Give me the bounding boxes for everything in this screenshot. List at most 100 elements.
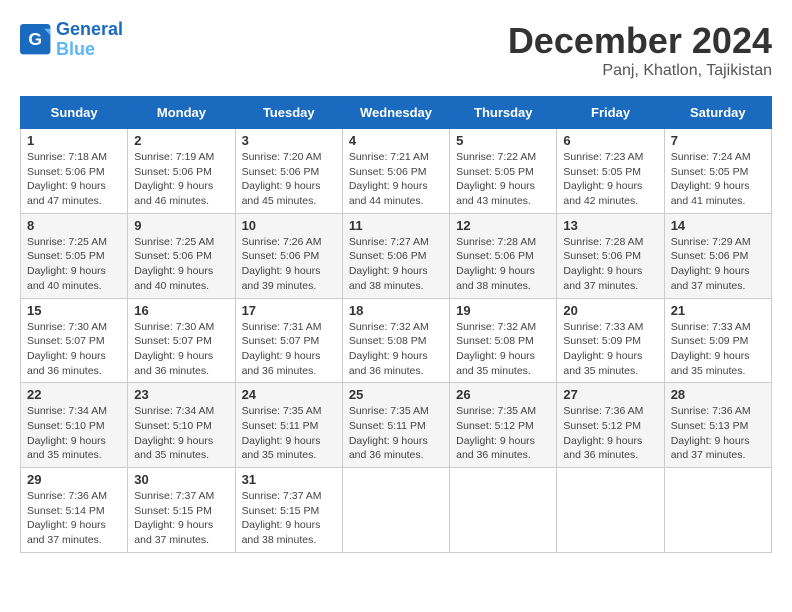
calendar-week-row: 29 Sunrise: 7:36 AM Sunset: 5:14 PM Dayli…: [21, 468, 772, 553]
day-of-week-header: Tuesday: [235, 97, 342, 129]
calendar-week-row: 1Sunrise: 7:18 AM Sunset: 5:06 PM Daylig…: [21, 129, 772, 214]
calendar-day-cell: 16 Sunrise: 7:30 AM Sunset: 5:07 PM Dayli…: [128, 298, 235, 383]
day-info: Sunrise: 7:21 AM Sunset: 5:06 PM Dayligh…: [349, 150, 443, 209]
calendar-day-cell: 29 Sunrise: 7:36 AM Sunset: 5:14 PM Dayli…: [21, 468, 128, 553]
day-of-week-header: Sunday: [21, 97, 128, 129]
day-of-week-header: Saturday: [664, 97, 771, 129]
calendar-day-cell: 30 Sunrise: 7:37 AM Sunset: 5:15 PM Dayli…: [128, 468, 235, 553]
day-info: Sunrise: 7:20 AM Sunset: 5:06 PM Dayligh…: [242, 150, 336, 209]
day-number: 13: [563, 218, 657, 233]
day-number: 27: [563, 387, 657, 402]
day-number: 11: [349, 218, 443, 233]
calendar-day-cell: 22 Sunrise: 7:34 AM Sunset: 5:10 PM Dayli…: [21, 383, 128, 468]
logo-text: General Blue: [56, 20, 123, 60]
day-number: 28: [671, 387, 765, 402]
day-number: 6: [563, 133, 657, 148]
day-number: 31: [242, 472, 336, 487]
calendar-day-cell: [450, 468, 557, 553]
day-info: Sunrise: 7:23 AM Sunset: 5:05 PM Dayligh…: [563, 150, 657, 209]
day-info: Sunrise: 7:32 AM Sunset: 5:08 PM Dayligh…: [456, 320, 550, 379]
calendar-day-cell: 1Sunrise: 7:18 AM Sunset: 5:06 PM Daylig…: [21, 129, 128, 214]
calendar-day-cell: 2 Sunrise: 7:19 AM Sunset: 5:06 PM Daylig…: [128, 129, 235, 214]
calendar-week-row: 8Sunrise: 7:25 AM Sunset: 5:05 PM Daylig…: [21, 213, 772, 298]
day-number: 21: [671, 303, 765, 318]
day-number: 9: [134, 218, 228, 233]
day-info: Sunrise: 7:27 AM Sunset: 5:06 PM Dayligh…: [349, 235, 443, 294]
day-number: 7: [671, 133, 765, 148]
calendar-day-cell: 18Sunrise: 7:32 AM Sunset: 5:08 PM Dayli…: [342, 298, 449, 383]
day-number: 22: [27, 387, 121, 402]
day-info: Sunrise: 7:35 AM Sunset: 5:11 PM Dayligh…: [242, 404, 336, 463]
calendar-day-cell: [342, 468, 449, 553]
day-number: 12: [456, 218, 550, 233]
calendar-body: 1Sunrise: 7:18 AM Sunset: 5:06 PM Daylig…: [21, 129, 772, 553]
month-title: December 2024: [508, 20, 772, 62]
calendar-day-cell: 28 Sunrise: 7:36 AM Sunset: 5:13 PM Dayli…: [664, 383, 771, 468]
calendar-day-cell: 8Sunrise: 7:25 AM Sunset: 5:05 PM Daylig…: [21, 213, 128, 298]
location-subtitle: Panj, Khatlon, Tajikistan: [508, 62, 772, 80]
calendar-day-cell: 21 Sunrise: 7:33 AM Sunset: 5:09 PM Dayli…: [664, 298, 771, 383]
day-number: 19: [456, 303, 550, 318]
day-number: 23: [134, 387, 228, 402]
day-info: Sunrise: 7:28 AM Sunset: 5:06 PM Dayligh…: [563, 235, 657, 294]
day-number: 16: [134, 303, 228, 318]
day-info: Sunrise: 7:36 AM Sunset: 5:14 PM Dayligh…: [27, 489, 121, 548]
calendar-day-cell: 17 Sunrise: 7:31 AM Sunset: 5:07 PM Dayli…: [235, 298, 342, 383]
day-of-week-header: Friday: [557, 97, 664, 129]
day-number: 30: [134, 472, 228, 487]
calendar-week-row: 15 Sunrise: 7:30 AM Sunset: 5:07 PM Dayli…: [21, 298, 772, 383]
day-of-week-header: Thursday: [450, 97, 557, 129]
calendar-table: SundayMondayTuesdayWednesdayThursdayFrid…: [20, 96, 772, 553]
calendar-day-cell: 6 Sunrise: 7:23 AM Sunset: 5:05 PM Daylig…: [557, 129, 664, 214]
day-info: Sunrise: 7:31 AM Sunset: 5:07 PM Dayligh…: [242, 320, 336, 379]
day-info: Sunrise: 7:30 AM Sunset: 5:07 PM Dayligh…: [27, 320, 121, 379]
day-info: Sunrise: 7:36 AM Sunset: 5:13 PM Dayligh…: [671, 404, 765, 463]
day-number: 20: [563, 303, 657, 318]
svg-text:G: G: [28, 29, 42, 49]
calendar-day-cell: 24Sunrise: 7:35 AM Sunset: 5:11 PM Dayli…: [235, 383, 342, 468]
day-number: 15: [27, 303, 121, 318]
day-number: 2: [134, 133, 228, 148]
calendar-day-cell: 23 Sunrise: 7:34 AM Sunset: 5:10 PM Dayli…: [128, 383, 235, 468]
day-number: 18: [349, 303, 443, 318]
calendar-day-cell: 11 Sunrise: 7:27 AM Sunset: 5:06 PM Dayli…: [342, 213, 449, 298]
calendar-day-cell: 15 Sunrise: 7:30 AM Sunset: 5:07 PM Dayli…: [21, 298, 128, 383]
day-of-week-header: Wednesday: [342, 97, 449, 129]
logo-icon: G: [20, 24, 52, 56]
day-number: 10: [242, 218, 336, 233]
day-of-week-header-row: SundayMondayTuesdayWednesdayThursdayFrid…: [21, 97, 772, 129]
day-info: Sunrise: 7:28 AM Sunset: 5:06 PM Dayligh…: [456, 235, 550, 294]
logo: G General Blue: [20, 20, 123, 60]
calendar-day-cell: 20Sunrise: 7:33 AM Sunset: 5:09 PM Dayli…: [557, 298, 664, 383]
calendar-day-cell: 25 Sunrise: 7:35 AM Sunset: 5:11 PM Dayli…: [342, 383, 449, 468]
day-info: Sunrise: 7:34 AM Sunset: 5:10 PM Dayligh…: [134, 404, 228, 463]
day-info: Sunrise: 7:30 AM Sunset: 5:07 PM Dayligh…: [134, 320, 228, 379]
calendar-day-cell: 7Sunrise: 7:24 AM Sunset: 5:05 PM Daylig…: [664, 129, 771, 214]
page-header: G General Blue December 2024 Panj, Khatl…: [20, 20, 772, 80]
title-block: December 2024 Panj, Khatlon, Tajikistan: [508, 20, 772, 80]
day-number: 17: [242, 303, 336, 318]
day-info: Sunrise: 7:25 AM Sunset: 5:06 PM Dayligh…: [134, 235, 228, 294]
day-info: Sunrise: 7:34 AM Sunset: 5:10 PM Dayligh…: [27, 404, 121, 463]
calendar-day-cell: 13 Sunrise: 7:28 AM Sunset: 5:06 PM Dayli…: [557, 213, 664, 298]
calendar-day-cell: 27Sunrise: 7:36 AM Sunset: 5:12 PM Dayli…: [557, 383, 664, 468]
day-number: 25: [349, 387, 443, 402]
day-number: 26: [456, 387, 550, 402]
calendar-week-row: 22 Sunrise: 7:34 AM Sunset: 5:10 PM Dayli…: [21, 383, 772, 468]
day-info: Sunrise: 7:33 AM Sunset: 5:09 PM Dayligh…: [671, 320, 765, 379]
calendar-day-cell: [664, 468, 771, 553]
calendar-day-cell: 3Sunrise: 7:20 AM Sunset: 5:06 PM Daylig…: [235, 129, 342, 214]
calendar-day-cell: 26Sunrise: 7:35 AM Sunset: 5:12 PM Dayli…: [450, 383, 557, 468]
day-info: Sunrise: 7:35 AM Sunset: 5:11 PM Dayligh…: [349, 404, 443, 463]
calendar-day-cell: 5Sunrise: 7:22 AM Sunset: 5:05 PM Daylig…: [450, 129, 557, 214]
day-number: 29: [27, 472, 121, 487]
day-info: Sunrise: 7:19 AM Sunset: 5:06 PM Dayligh…: [134, 150, 228, 209]
calendar-day-cell: 14Sunrise: 7:29 AM Sunset: 5:06 PM Dayli…: [664, 213, 771, 298]
calendar-day-cell: 31Sunrise: 7:37 AM Sunset: 5:15 PM Dayli…: [235, 468, 342, 553]
calendar-day-cell: 12 Sunrise: 7:28 AM Sunset: 5:06 PM Dayli…: [450, 213, 557, 298]
day-info: Sunrise: 7:37 AM Sunset: 5:15 PM Dayligh…: [134, 489, 228, 548]
day-number: 5: [456, 133, 550, 148]
calendar-day-cell: 10Sunrise: 7:26 AM Sunset: 5:06 PM Dayli…: [235, 213, 342, 298]
calendar-day-cell: 9 Sunrise: 7:25 AM Sunset: 5:06 PM Daylig…: [128, 213, 235, 298]
calendar-day-cell: 4Sunrise: 7:21 AM Sunset: 5:06 PM Daylig…: [342, 129, 449, 214]
